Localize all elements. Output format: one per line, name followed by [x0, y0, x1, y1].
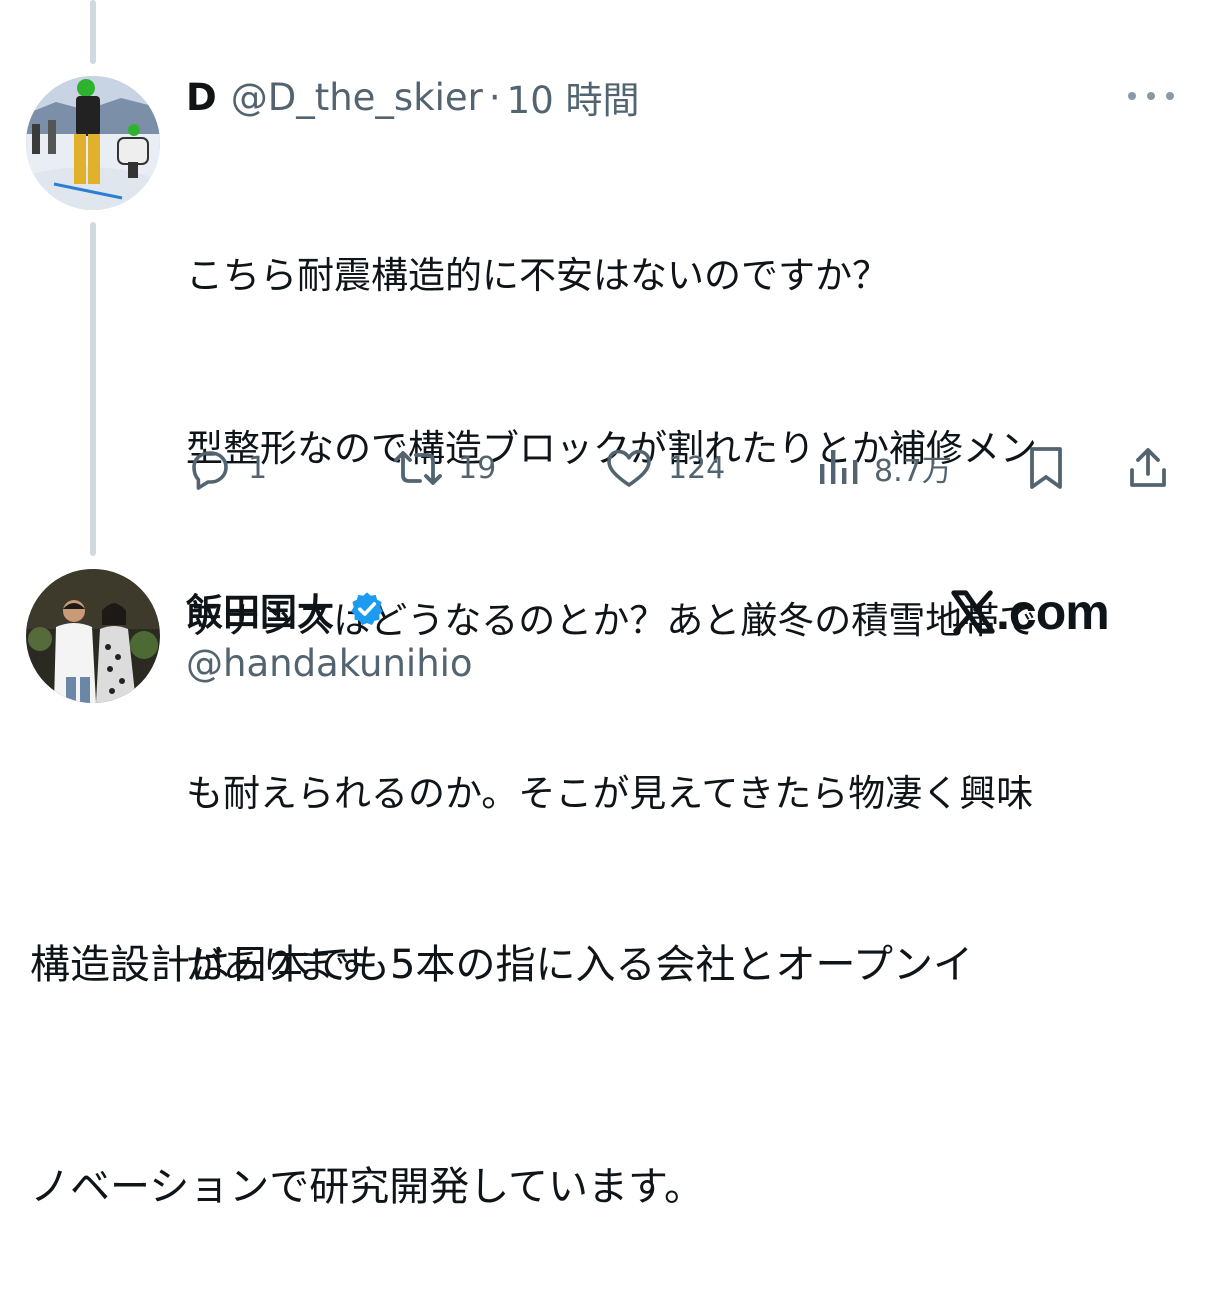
more-dot: [1147, 92, 1155, 100]
x-com-brand: .com: [950, 580, 1110, 644]
reply-text-line: こちら耐震構造的に不安はないのですか？: [186, 254, 889, 297]
more-icon[interactable]: [1128, 82, 1174, 110]
post-author-name[interactable]: 飯田国大: [186, 582, 334, 636]
views-icon: [820, 450, 858, 484]
post-author-handle[interactable]: @handakunihio: [186, 638, 473, 690]
reply-header: D @D_the_skier · 10 時間: [186, 74, 640, 123]
views-button[interactable]: 8.7万: [816, 440, 952, 496]
bookmark-button[interactable]: [1024, 440, 1068, 496]
reply-action-bar: 1 19 124 8.7万: [186, 440, 1176, 496]
post-text: 構造設計は日本でも5本の指に入る会社とオープンイ ノベーションで研究開発していま…: [30, 780, 1180, 1298]
couple-photo: [26, 569, 160, 703]
share-icon: [1130, 448, 1166, 487]
reply-button[interactable]: 1: [186, 440, 267, 496]
thread-line-bottom: [90, 222, 96, 556]
reply-count: 1: [248, 450, 268, 486]
reply-icon: [192, 451, 228, 490]
post-text-line: 構造設計は日本でも5本の指に入る会社とオープンイ: [30, 942, 974, 988]
share-button[interactable]: [1126, 440, 1170, 496]
reply-avatar[interactable]: [26, 76, 160, 210]
post-avatar[interactable]: [26, 569, 160, 703]
like-count: 124: [668, 450, 726, 486]
verified-badge-icon: [351, 592, 383, 625]
repost-icon: [394, 451, 442, 485]
separator-dot: ·: [488, 75, 501, 119]
like-icon: [607, 449, 651, 487]
reply-author-name[interactable]: D: [186, 76, 217, 119]
views-count: 8.7万: [874, 454, 952, 489]
thread-line-top: [90, 0, 96, 64]
reply-author-handle[interactable]: @D_the_skier: [231, 76, 483, 119]
post-text-line: ノベーションで研究開発しています。: [30, 1164, 704, 1210]
post-author[interactable]: 飯田国大: [186, 583, 386, 635]
x-com-text: .com: [996, 584, 1110, 640]
repost-count: 19: [458, 450, 497, 486]
repost-button[interactable]: 19: [392, 440, 496, 496]
like-button[interactable]: 124: [604, 440, 725, 496]
bookmark-icon: [1030, 447, 1062, 489]
more-dot: [1128, 92, 1136, 100]
reply-timestamp[interactable]: 10 時間: [507, 70, 640, 124]
x-logo-icon: [951, 590, 995, 634]
skier-photo: [26, 76, 160, 210]
more-dot: [1166, 92, 1174, 100]
